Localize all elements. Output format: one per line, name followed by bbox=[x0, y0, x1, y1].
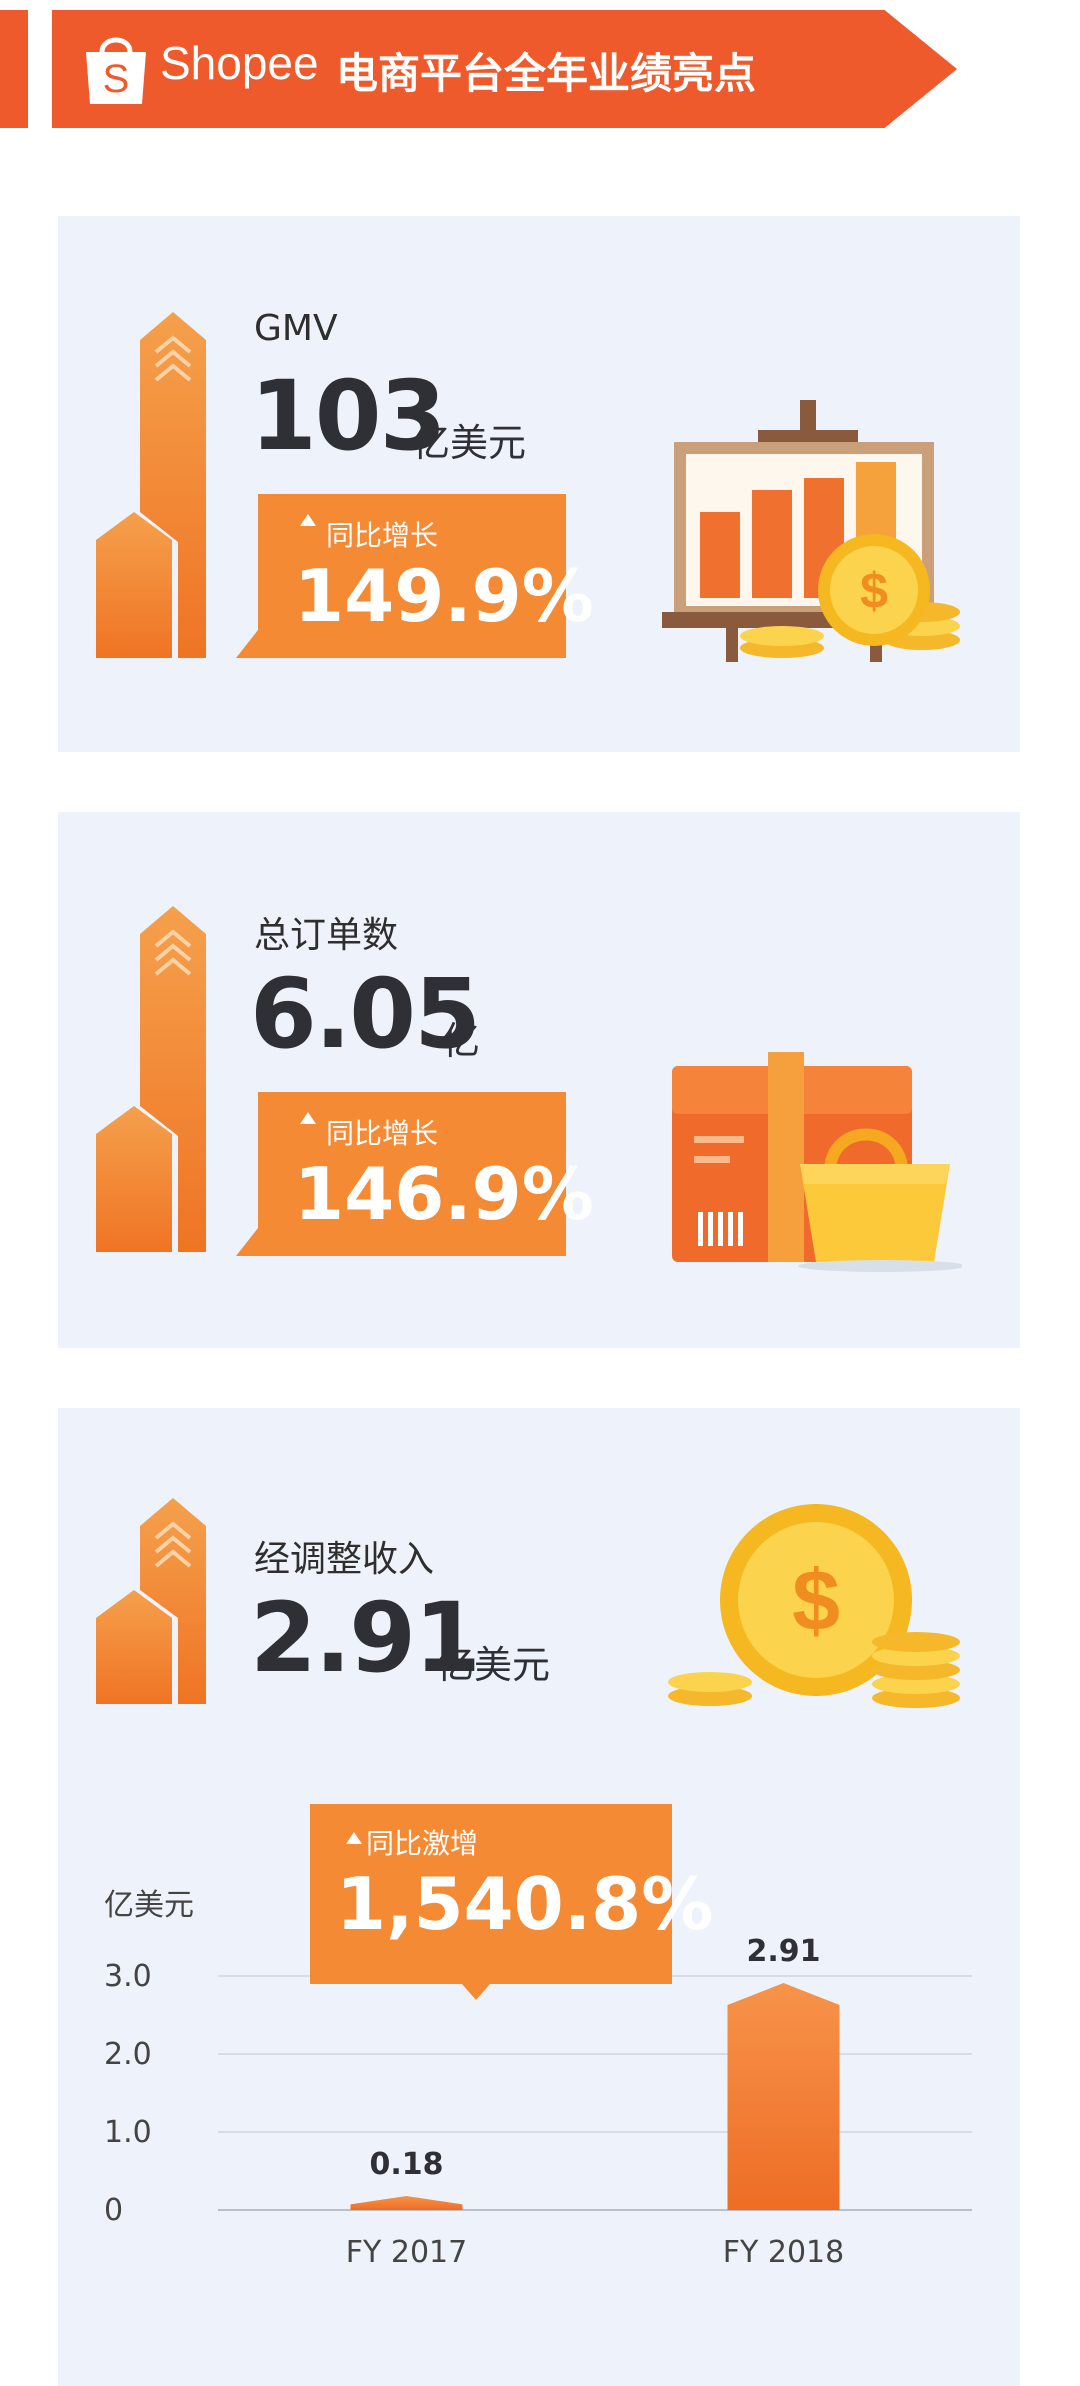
y-tick-label: 0 bbox=[104, 2193, 123, 2228]
data-label: 2.91 bbox=[746, 1934, 820, 1969]
bar-fy-2017 bbox=[350, 2195, 463, 2210]
x-category-label: FY 2017 bbox=[346, 2235, 467, 2270]
y-tick-label: 3.0 bbox=[104, 1959, 152, 1994]
revenue-bar-chart: 3.0 2.0 1.0 0 0.18 FY 2017 2.91 FY 2018 bbox=[104, 1934, 972, 2270]
x-category-label: FY 2018 bbox=[723, 2235, 844, 2270]
y-tick-label: 1.0 bbox=[104, 2115, 152, 2150]
revenue-badge-value: 1,540.8% bbox=[336, 1862, 714, 1946]
revenue-badge-label: 同比激增 bbox=[366, 1827, 479, 1860]
bar-fy-2018 bbox=[727, 1983, 840, 2210]
data-label: 0.18 bbox=[369, 2147, 443, 2182]
y-tick-label: 2.0 bbox=[104, 2037, 152, 2072]
